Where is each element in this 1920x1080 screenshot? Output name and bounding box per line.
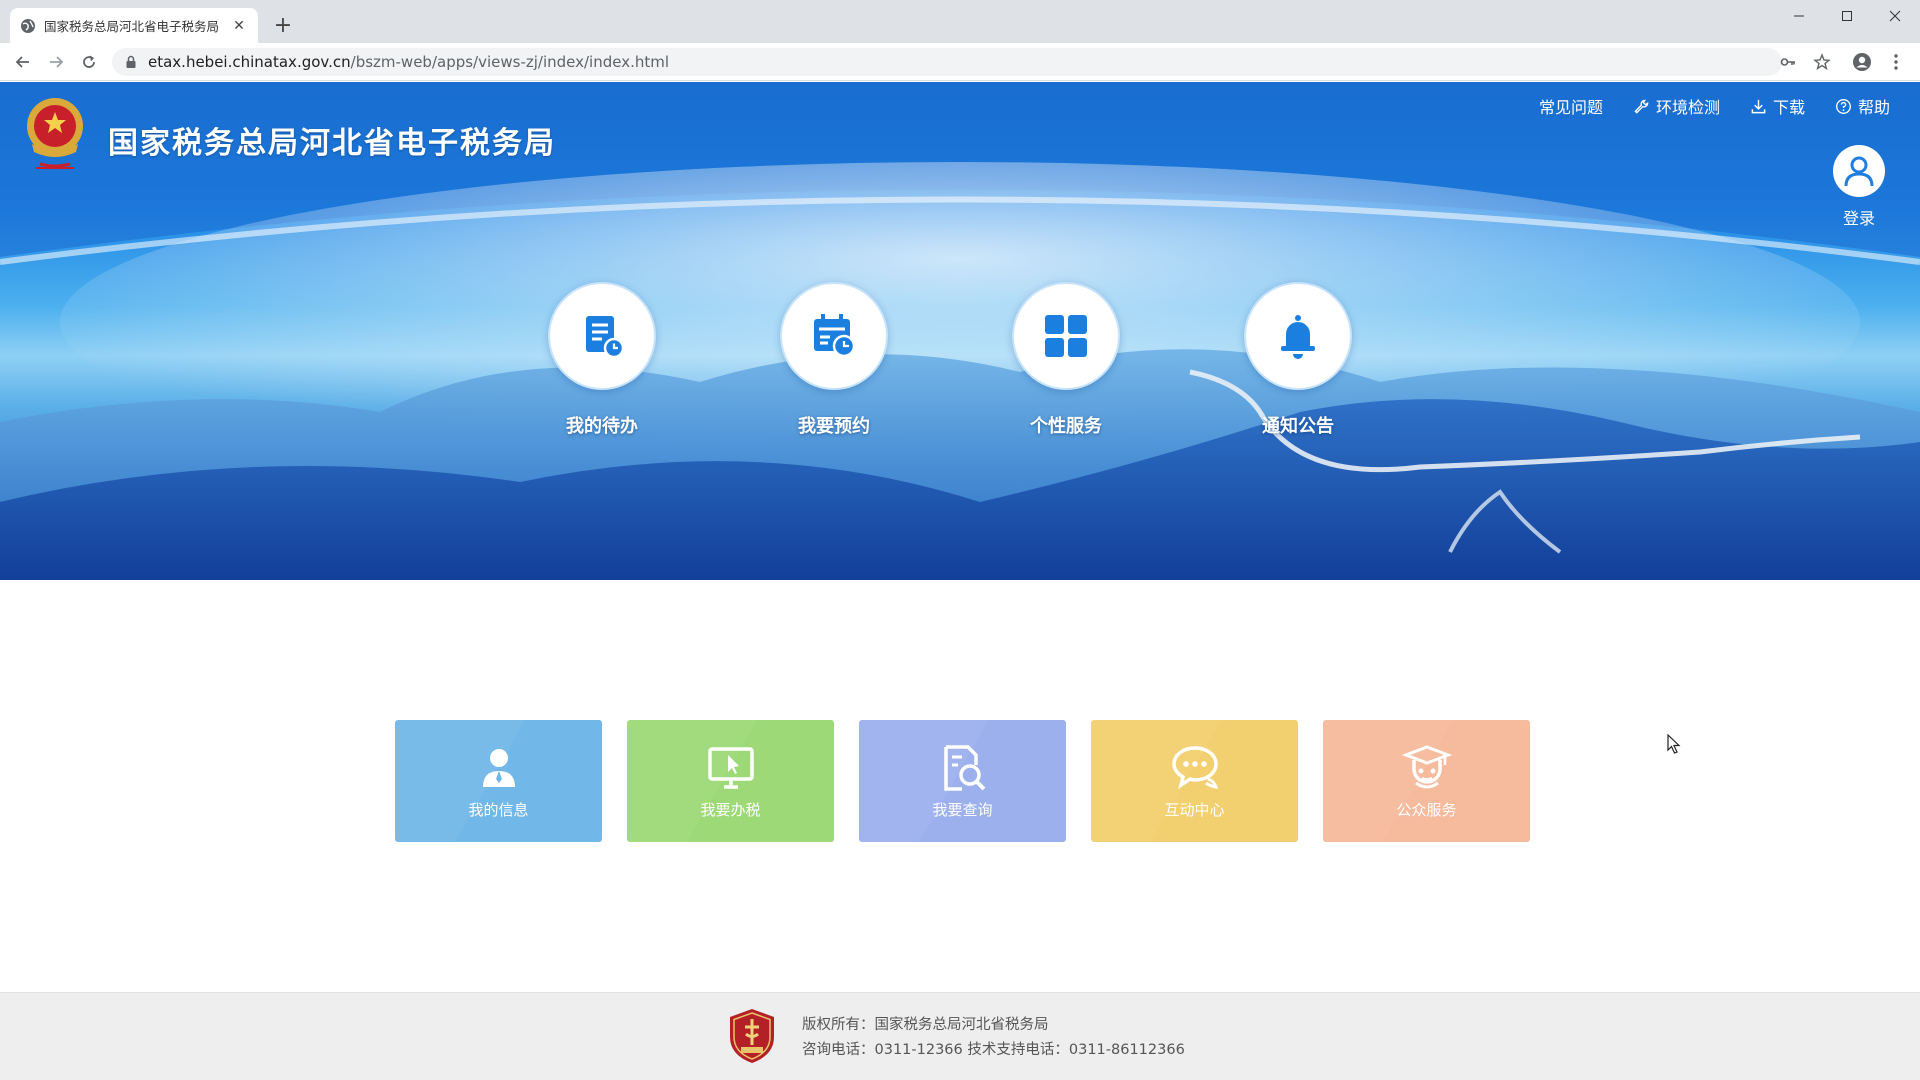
url-text: etax.hebei.chinatax.gov.cn/bszm-web/apps… xyxy=(148,53,669,71)
tax-bureau-emblem-logo xyxy=(27,98,83,169)
help-label: 帮助 xyxy=(1857,98,1890,117)
card-do-tax[interactable]: 我要办税 xyxy=(627,720,834,842)
quick-entry-notice-label: 通知公告 xyxy=(1262,416,1334,437)
card-my-info[interactable]: 我的信息 xyxy=(395,720,602,842)
download-link[interactable]: 下载 xyxy=(1750,94,1805,118)
bell-icon xyxy=(1244,282,1352,390)
card-public-service-label: 公众服务 xyxy=(1396,800,1457,819)
site-title: 国家税务总局河北省电子税务局 xyxy=(108,126,556,161)
maximize-icon[interactable] xyxy=(1824,0,1870,32)
help-circle-icon xyxy=(1836,98,1851,114)
browser-toolbar: etax.hebei.chinatax.gov.cn/bszm-web/apps… xyxy=(0,43,1920,81)
lock-icon xyxy=(126,55,136,68)
quick-entry-appointment[interactable]: 我要预约 xyxy=(779,282,889,438)
graduate-icon xyxy=(1401,744,1452,788)
browser-tab-bar: 国家税务总局河北省电子税务局 ✕ + xyxy=(0,0,1920,43)
footer-copyright: 版权所有：国家税务总局河北省税务局 xyxy=(802,1017,1049,1033)
key-icon[interactable] xyxy=(1776,50,1800,74)
faq-link[interactable]: 常见问题 xyxy=(1539,94,1603,118)
grid-icon xyxy=(1012,282,1120,390)
download-icon xyxy=(1751,99,1766,113)
menu-kebab-icon[interactable] xyxy=(1884,50,1908,74)
footer-contact: 咨询电话：0311-12366 技术支持电话：0311-86112366 xyxy=(802,1042,1185,1058)
header-links: 常见问题 环境检测 下载 帮助 xyxy=(1539,94,1890,118)
document-search-icon xyxy=(943,744,985,791)
reload-icon[interactable] xyxy=(76,49,102,75)
user-avatar-icon xyxy=(1833,145,1885,197)
mouse-pointer-icon xyxy=(1667,734,1681,754)
quick-entry-personal-service-label: 个性服务 xyxy=(1030,416,1102,437)
url-path: /bszm-web/apps/views-zj/index/index.html xyxy=(350,53,670,71)
card-interaction[interactable]: 互动中心 xyxy=(1091,720,1298,842)
chat-bubble-icon xyxy=(1171,745,1218,789)
url-host: etax.hebei.chinatax.gov.cn xyxy=(148,53,351,71)
env-check-link[interactable]: 环境检测 xyxy=(1633,94,1720,118)
card-do-tax-label: 我要办税 xyxy=(700,800,761,819)
footer: 版权所有：国家税务总局河北省税务局 咨询电话：0311-12366 技术支持电话… xyxy=(0,992,1920,1080)
card-query[interactable]: 我要查询 xyxy=(859,720,1066,842)
quick-entry-personal-service[interactable]: 个性服务 xyxy=(1011,282,1121,438)
user-icon xyxy=(482,748,515,787)
todo-document-icon xyxy=(548,282,656,390)
browser-tab[interactable]: 国家税务总局河北省电子税务局 ✕ xyxy=(10,8,258,43)
quick-entry-todo[interactable]: 我的待办 xyxy=(547,282,657,438)
quick-entry-todo-label: 我的待办 xyxy=(566,416,638,437)
tab-title: 国家税务总局河北省电子税务局 xyxy=(44,19,220,34)
new-tab-icon[interactable]: + xyxy=(270,12,296,38)
env-check-label: 环境检测 xyxy=(1655,98,1720,117)
card-interaction-label: 互动中心 xyxy=(1164,800,1225,819)
address-bar[interactable]: etax.hebei.chinatax.gov.cn/bszm-web/apps… xyxy=(112,48,1782,76)
globe-icon xyxy=(21,18,35,33)
quick-entry-notice[interactable]: 通知公告 xyxy=(1243,282,1353,438)
faq-link-label: 常见问题 xyxy=(1538,98,1603,117)
forward-icon[interactable] xyxy=(43,49,69,75)
feature-cards: 我的信息 我要办税 我要查询 互动中心 公众服务 xyxy=(395,720,1530,842)
minimize-icon[interactable] xyxy=(1776,0,1822,32)
download-label: 下载 xyxy=(1772,98,1805,117)
window-close-icon[interactable] xyxy=(1872,0,1918,32)
card-public-service[interactable]: 公众服务 xyxy=(1323,720,1530,842)
hero-banner: 国家税务总局河北省电子税务局 常见问题 环境检测 下载 帮助 登录 我的待办 我… xyxy=(0,82,1920,580)
bookmark-star-icon[interactable] xyxy=(1810,50,1834,74)
login-label: 登录 xyxy=(1842,209,1875,228)
login-button[interactable]: 登录 xyxy=(1833,145,1885,229)
calendar-clock-icon xyxy=(780,282,888,390)
wrench-icon xyxy=(1634,99,1649,114)
quick-entry-appointment-label: 我要预约 xyxy=(798,416,870,437)
back-icon[interactable] xyxy=(10,49,36,75)
tax-shield-logo xyxy=(730,1009,774,1063)
help-link[interactable]: 帮助 xyxy=(1835,94,1890,118)
footer-info: 版权所有：国家税务总局河北省税务局 咨询电话：0311-12366 技术支持电话… xyxy=(802,1013,1185,1063)
monitor-cursor-icon xyxy=(707,746,754,789)
card-query-label: 我要查询 xyxy=(932,800,993,819)
card-my-info-label: 我的信息 xyxy=(468,800,529,819)
tab-close-icon[interactable]: ✕ xyxy=(230,17,248,35)
profile-icon[interactable] xyxy=(1850,50,1874,74)
page-content: 国家税务总局河北省电子税务局 常见问题 环境检测 下载 帮助 登录 我的待办 我… xyxy=(0,82,1920,1080)
